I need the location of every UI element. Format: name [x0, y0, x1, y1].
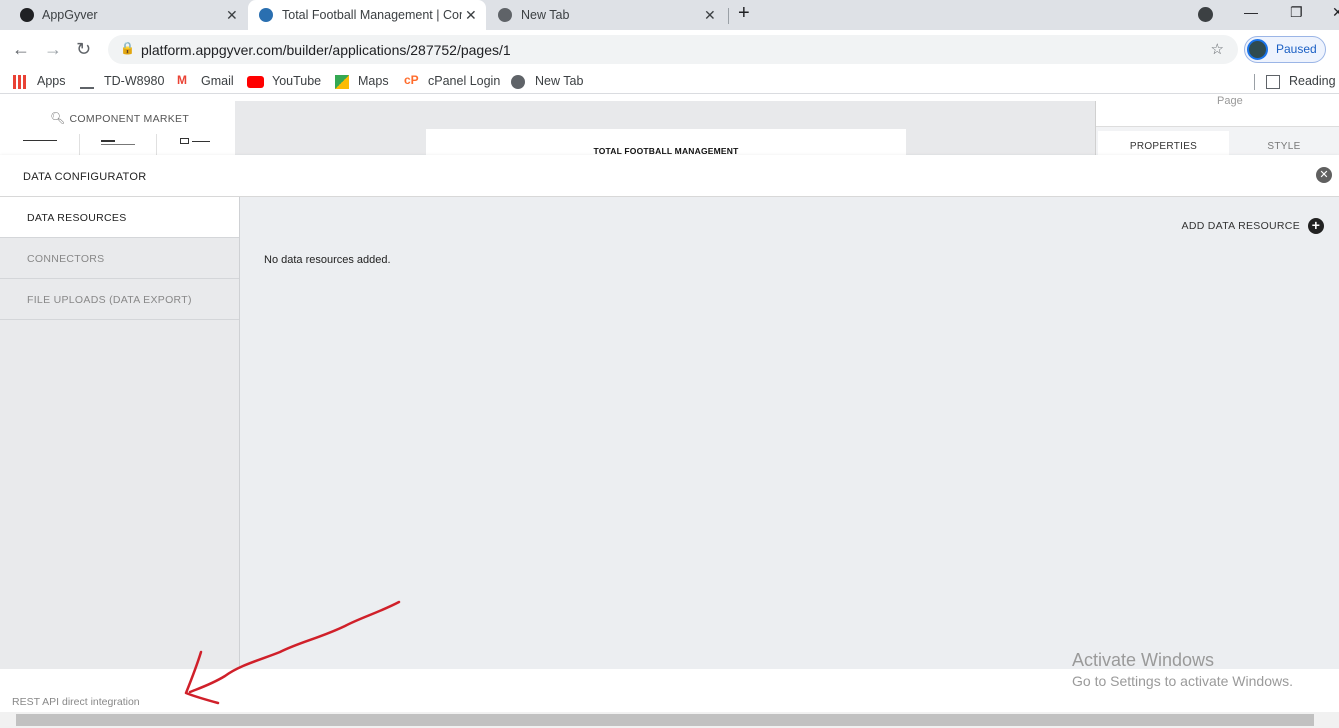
- bookmark-new-tab[interactable]: New Tab: [535, 74, 583, 88]
- bookmark-cpanel[interactable]: cPanel Login: [428, 74, 500, 88]
- builder-app: 🔍︎ COMPONENT MARKET TOTAL FOOTBALL MANAGE…: [0, 95, 1339, 728]
- sidebar-item-connectors[interactable]: CONNECTORS: [0, 238, 239, 279]
- bookmarks-separator: [1254, 74, 1255, 90]
- close-icon[interactable]: ✕: [704, 7, 716, 24]
- windows-activation-watermark: Activate Windows Go to Settings to activ…: [1072, 650, 1293, 689]
- modal-header: DATA CONFIGURATOR ✕: [0, 155, 1339, 197]
- cpanel-icon: cP: [404, 73, 419, 87]
- properties-panel: Page PROPERTIES STYLE: [1095, 95, 1339, 156]
- add-data-resource-button[interactable]: ADD DATA RESOURCE +: [1182, 217, 1324, 235]
- scrollbar-thumb[interactable]: [16, 714, 1314, 726]
- component-thumbnails: [5, 134, 233, 156]
- page-canvas[interactable]: TOTAL FOOTBALL MANAGEMENT: [426, 129, 906, 156]
- reload-icon[interactable]: ↻: [76, 39, 91, 60]
- data-configurator-modal: DATA CONFIGURATOR ✕ DATA RESOURCES CONNE…: [0, 155, 1339, 669]
- appgyver-icon: [20, 8, 34, 22]
- maps-icon: [335, 75, 349, 89]
- component-thumb[interactable]: [81, 134, 157, 156]
- bookmarks-bar: Apps TD-W8980 M Gmail YouTube Maps cP cP…: [0, 70, 1339, 94]
- lock-icon: 🔒: [120, 41, 135, 55]
- component-thumb[interactable]: [5, 134, 80, 156]
- youtube-icon: [247, 76, 264, 88]
- tab-search-icon[interactable]: [1198, 7, 1213, 22]
- modal-sidebar: DATA RESOURCES CONNECTORS FILE UPLOADS (…: [0, 197, 240, 669]
- bookmark-gmail[interactable]: Gmail: [201, 74, 234, 88]
- back-arrow-icon[interactable]: ←: [12, 39, 30, 60]
- sidebar-item-data-resources[interactable]: DATA RESOURCES: [0, 197, 239, 238]
- bookmark-td-w8980[interactable]: TD-W8980: [104, 74, 164, 88]
- close-icon[interactable]: ✕: [226, 7, 238, 24]
- horizontal-scrollbar[interactable]: [0, 712, 1339, 728]
- page-label: Page: [1217, 95, 1243, 107]
- bookmark-apps[interactable]: Apps: [37, 74, 66, 88]
- chrome-icon: [498, 8, 512, 22]
- plus-circle-icon: +: [1308, 218, 1324, 234]
- watermark-line-1: Activate Windows: [1072, 650, 1215, 670]
- window-close-icon[interactable]: ✕: [1332, 4, 1339, 21]
- component-panel: 🔍︎ COMPONENT MARKET: [0, 101, 235, 156]
- close-icon[interactable]: ✕: [1316, 167, 1332, 183]
- tab-properties[interactable]: PROPERTIES: [1098, 131, 1229, 156]
- bookmark-star-icon[interactable]: ☆: [1211, 40, 1224, 58]
- tab-title: Total Football Management | Cor: [282, 8, 462, 22]
- tab-separator: [728, 8, 729, 24]
- appgyver-icon: [259, 8, 273, 22]
- modal-content: ADD DATA RESOURCE + No data resources ad…: [240, 197, 1339, 669]
- browser-toolbar: ← → ↻ 🔒 platform.appgyver.com/builder/ap…: [0, 30, 1339, 70]
- modal-title: DATA CONFIGURATOR: [23, 171, 147, 183]
- empty-state-message: No data resources added.: [264, 254, 391, 266]
- component-market-link[interactable]: 🔍︎ COMPONENT MARKET: [50, 111, 189, 125]
- url-text: platform.appgyver.com/builder/applicatio…: [141, 42, 511, 58]
- new-tab-plus-icon[interactable]: +: [738, 2, 750, 25]
- reading-list-icon: [1266, 75, 1280, 89]
- search-icon: 🔍︎: [50, 111, 66, 125]
- close-icon[interactable]: ✕: [465, 7, 477, 24]
- profile-status: Paused: [1276, 42, 1317, 56]
- profile-button[interactable]: Paused: [1244, 36, 1326, 63]
- restore-icon[interactable]: ❐: [1290, 4, 1303, 21]
- rest-api-text: REST API direct integration: [12, 696, 140, 708]
- globe-icon: [511, 75, 525, 89]
- tab-title: AppGyver: [42, 8, 98, 22]
- forward-arrow-icon[interactable]: →: [44, 39, 62, 60]
- component-thumb[interactable]: [158, 134, 233, 156]
- component-market-label: COMPONENT MARKET: [69, 113, 190, 125]
- avatar: [1247, 39, 1268, 60]
- watermark-line-2: Go to Settings to activate Windows.: [1072, 673, 1293, 689]
- add-data-resource-label: ADD DATA RESOURCE: [1181, 220, 1300, 232]
- bookmark-youtube[interactable]: YouTube: [272, 74, 321, 88]
- tab-appgyver[interactable]: AppGyver ✕: [0, 0, 245, 30]
- tab-bar: AppGyver ✕ Total Football Management | C…: [0, 0, 1339, 30]
- tab-title: New Tab: [521, 8, 570, 22]
- bookmark-maps[interactable]: Maps: [358, 74, 389, 88]
- router-icon: [80, 75, 94, 89]
- tab-total-football[interactable]: Total Football Management | Cor ✕: [248, 0, 486, 30]
- apps-grid-icon: [13, 75, 27, 89]
- sidebar-item-file-uploads[interactable]: FILE UPLOADS (DATA EXPORT): [0, 279, 239, 320]
- minimize-icon[interactable]: —: [1244, 4, 1258, 20]
- gmail-icon: M: [177, 73, 187, 87]
- tab-new-tab[interactable]: New Tab ✕: [488, 0, 726, 30]
- reading-list[interactable]: Reading l: [1289, 74, 1339, 88]
- tab-style[interactable]: STYLE: [1230, 131, 1338, 156]
- address-bar[interactable]: 🔒 platform.appgyver.com/builder/applicat…: [108, 35, 1238, 64]
- page-header: Page: [1096, 95, 1339, 127]
